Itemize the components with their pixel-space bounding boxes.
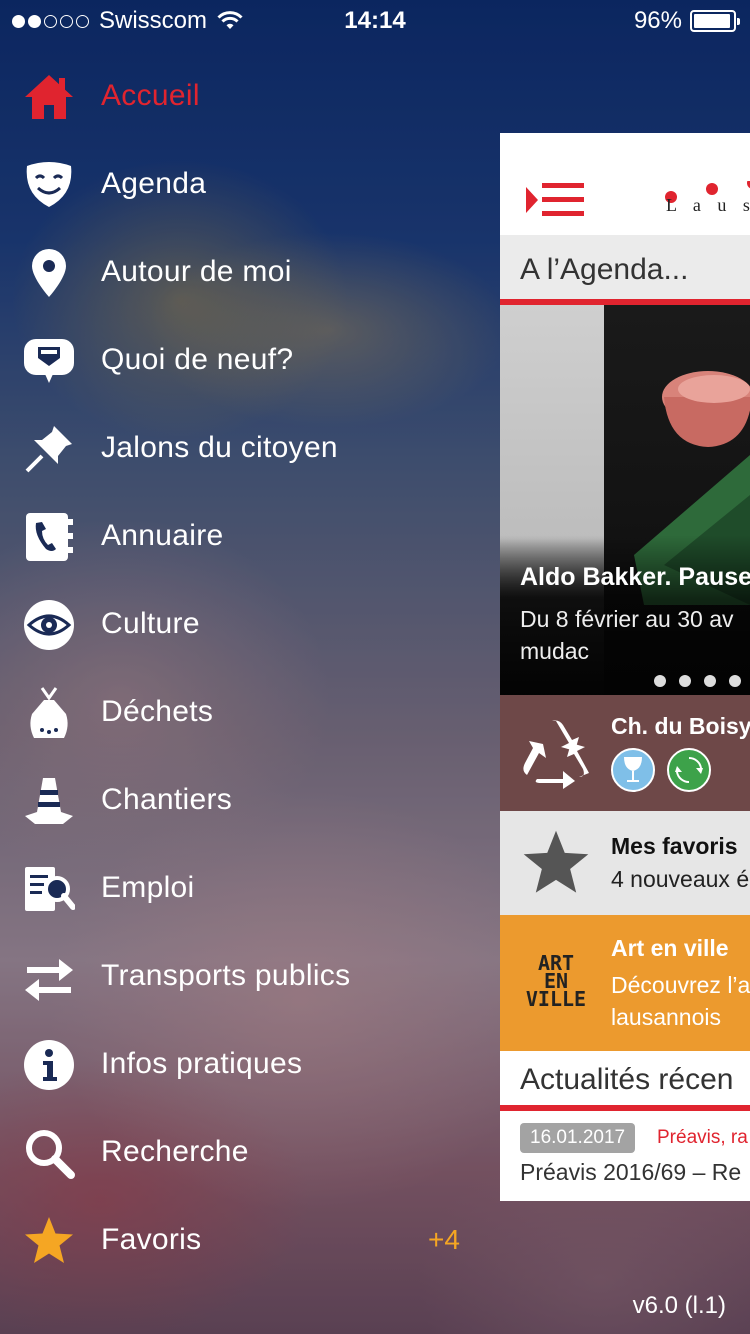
art-en-ville-card[interactable]: ART EN VILLE Art en ville Découvrez l’a … — [500, 915, 750, 1051]
menu-item-accueil[interactable]: Accueil — [0, 52, 490, 140]
event-title: Aldo Bakker. Pause — [520, 563, 750, 591]
glass-collection-icon — [611, 748, 655, 792]
main-content-panel[interactable]: L a u s A l’Agenda... Aldo Bakker. Pause… — [500, 133, 750, 1201]
favorites-card[interactable]: Mes favoris 4 nouveaux é — [500, 811, 750, 915]
eye-icon — [22, 598, 76, 652]
menu-label: Emploi — [101, 871, 195, 904]
menu-item-favoris[interactable]: Favoris +4 — [0, 1196, 490, 1284]
menu-item-autour-de-moi[interactable]: Autour de moi — [0, 228, 490, 316]
map-pin-icon — [22, 246, 76, 300]
menu-item-quoi-de-neuf[interactable]: Quoi de neuf? — [0, 316, 490, 404]
menu-label: Annuaire — [101, 519, 224, 552]
recycling-collection-icon — [667, 748, 711, 792]
event-venue: mudac — [520, 638, 590, 664]
event-dates: Du 8 février au 30 av — [520, 606, 734, 632]
waste-collection-card[interactable]: Ch. du Boisy — [500, 695, 750, 811]
menu-label: Transports publics — [101, 959, 351, 992]
news-category: Préavis, ra — [657, 1127, 748, 1148]
menu-item-dechets[interactable]: Déchets — [0, 668, 490, 756]
status-bar: Swisscom 14:14 96% — [0, 0, 750, 40]
favorites-count-badge: +4 — [428, 1224, 460, 1255]
job-search-icon — [22, 862, 76, 916]
waste-location-title: Ch. du Boisy — [611, 713, 750, 739]
theater-mask-icon — [22, 158, 76, 212]
menu-label: Recherche — [101, 1135, 249, 1168]
event-details: Du 8 février au 30 av mudac — [520, 603, 734, 667]
battery-percent: 96% — [633, 7, 682, 34]
menu-item-emploi[interactable]: Emploi — [0, 844, 490, 932]
menu-label: Quoi de neuf? — [101, 343, 294, 376]
side-menu: Accueil Agenda Autour de moi Quoi de neu… — [0, 52, 490, 1284]
menu-label: Accueil — [101, 79, 200, 112]
menu-label: Jalons du citoyen — [101, 431, 338, 464]
news-date-badge: 16.01.2017 — [520, 1123, 636, 1153]
battery-icon — [690, 10, 740, 32]
favorites-text: 4 nouveaux é — [611, 866, 750, 892]
news-section-header: Actualités récen — [500, 1051, 750, 1111]
pager-dot[interactable] — [654, 675, 666, 687]
art-text-line1: Découvrez l’a — [611, 972, 750, 998]
art-title: Art en ville — [611, 935, 729, 961]
art-text-line2: lausannois — [611, 1004, 721, 1030]
news-section-title: Actualités récen — [520, 1063, 734, 1096]
news-item[interactable]: 16.01.2017 Préavis, ra Préavis 2016/69 –… — [500, 1111, 750, 1201]
menu-item-agenda[interactable]: Agenda — [0, 140, 490, 228]
search-icon — [22, 1126, 76, 1180]
pushpin-icon — [22, 422, 76, 476]
menu-item-transports[interactable]: Transports publics — [0, 932, 490, 1020]
logo-text: L a u s — [666, 195, 750, 215]
menu-label: Autour de moi — [101, 255, 292, 288]
art-logo-line3: VILLE — [525, 987, 587, 1011]
pager-dot[interactable] — [704, 675, 716, 687]
traffic-cone-icon — [22, 774, 76, 828]
recycle-icon — [518, 715, 594, 791]
menu-item-jalons[interactable]: Jalons du citoyen — [0, 404, 490, 492]
menu-label: Déchets — [101, 695, 214, 728]
lausanne-logo: L a u s — [660, 181, 750, 221]
menu-toggle-icon[interactable] — [524, 183, 584, 217]
news-headline: Préavis 2016/69 – Re — [520, 1159, 742, 1185]
pager-dot[interactable] — [729, 675, 741, 687]
info-icon — [22, 1038, 76, 1092]
transfer-arrows-icon — [22, 950, 76, 1004]
home-icon — [22, 70, 76, 124]
menu-item-recherche[interactable]: Recherche — [0, 1108, 490, 1196]
agenda-carousel[interactable]: Aldo Bakker. Pause Du 8 février au 30 av… — [500, 305, 750, 695]
favorites-title: Mes favoris — [611, 833, 738, 859]
menu-item-culture[interactable]: Culture — [0, 580, 490, 668]
pager-dot[interactable] — [679, 675, 691, 687]
agenda-section-header: A l’Agenda... — [500, 235, 750, 305]
menu-label: Infos pratiques — [101, 1047, 303, 1080]
carousel-pager[interactable] — [654, 675, 741, 687]
menu-label: Chantiers — [101, 783, 233, 816]
menu-item-chantiers[interactable]: Chantiers — [0, 756, 490, 844]
menu-item-annuaire[interactable]: Annuaire — [0, 492, 490, 580]
agenda-section-title: A l’Agenda... — [520, 253, 689, 286]
menu-label: Culture — [101, 607, 200, 640]
phonebook-icon — [22, 510, 76, 564]
app-header: L a u s — [500, 133, 750, 235]
menu-label: Favoris — [101, 1223, 202, 1256]
star-icon — [22, 1214, 76, 1268]
menu-label: Agenda — [101, 167, 207, 200]
favorites-star-icon — [518, 825, 594, 901]
trash-bag-icon — [22, 686, 76, 740]
battery-info: 96% — [633, 7, 740, 35]
news-bubble-icon — [22, 334, 76, 388]
art-en-ville-logo: ART EN VILLE — [518, 943, 594, 1019]
app-version: v6.0 (l.1) — [632, 1292, 726, 1319]
menu-item-infos-pratiques[interactable]: Infos pratiques — [0, 1020, 490, 1108]
